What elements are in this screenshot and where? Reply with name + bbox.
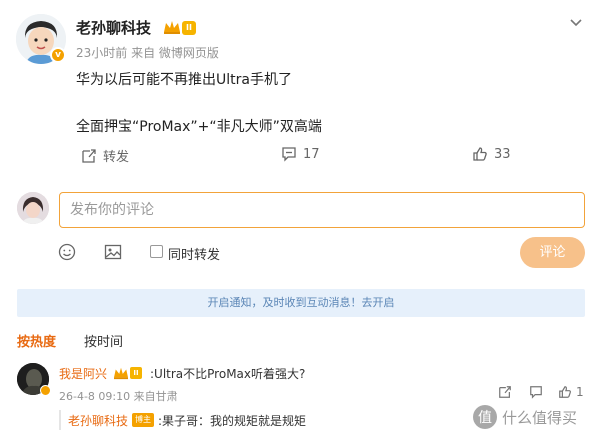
svg-text:值: 值 [478,410,492,426]
like-count: 33 [494,146,511,162]
comment-like-button[interactable]: 1 [558,385,584,399]
reply-author-name[interactable]: 老孙聊科技 [68,412,128,429]
repost-button[interactable]: 转发 [81,146,129,165]
reply-text: :果子哥：我的规矩就是规矩 [158,414,307,428]
level-badge: II [182,21,196,35]
reply-divider [59,410,61,430]
watermark-text: 什么值得买 [502,408,578,427]
comment-button[interactable]: 17 [281,146,320,162]
comment-count: 17 [303,146,320,162]
comment-reply-button[interactable] [529,385,543,399]
post-text-line-1: 华为以后可能不再推出Ultra手机了 [76,72,292,88]
verified-icon: v [50,47,66,63]
emoji-button[interactable] [58,243,76,265]
sync-repost-checkbox[interactable] [150,245,163,258]
comment-input-box[interactable] [59,192,585,228]
submit-comment-button[interactable]: 评论 [520,237,585,268]
comment-icon [282,147,296,162]
emoji-icon [58,243,76,261]
notification-banner[interactable]: 开启通知，及时收到互动消息！去开启 [17,289,585,317]
like-icon [559,386,571,398]
comment-input[interactable] [60,193,584,227]
sync-repost-label[interactable]: 同时转发 [168,244,220,263]
post-text-line-2: 全面押宝“ProMax”+“非凡大师”双高端 [76,119,322,135]
author-name[interactable]: 老孙聊科技 [76,17,151,38]
repost-label: 转发 [103,150,130,165]
verified-icon [40,385,51,396]
chevron-down-icon[interactable] [570,15,582,31]
watermark: 值 什么值得买 [472,404,577,430]
crown-icon [164,21,180,34]
image-icon [104,244,122,260]
crown-icon [114,367,128,380]
post-meta: 23小时前 来自 微博网页版 [76,46,219,60]
like-button[interactable]: 33 [472,146,511,162]
image-button[interactable] [104,243,122,265]
tab-sort-by-hot[interactable]: 按热度 [17,331,56,350]
comment-share-button[interactable] [498,385,512,399]
smzdm-logo-icon: 值 [473,405,497,429]
my-avatar[interactable] [17,192,49,224]
commenter-name[interactable]: 我是阿兴 [59,365,107,382]
share-icon [499,386,511,398]
repost-icon [82,148,96,163]
comment-meta: 26-4-8 09:10 来自甘肃 [59,390,178,403]
comment-like-count: 1 [576,385,584,399]
tab-sort-by-time[interactable]: 按时间 [84,331,123,350]
like-icon [473,147,487,161]
comment-text: :Ultra不比ProMax听着强大? [150,367,306,381]
author-tag-badge: 博主 [132,413,154,427]
reply-icon [530,386,542,399]
level-badge: II [130,367,142,379]
